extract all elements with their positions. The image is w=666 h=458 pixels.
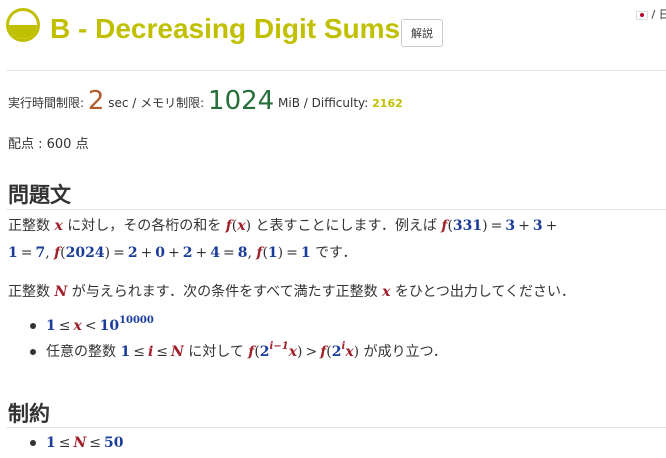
item2-text-b: に対して <box>188 344 244 360</box>
op: ≤ <box>89 435 102 451</box>
p1-text-b: に対し，その各桁の和を <box>67 218 222 234</box>
time-limit-value: 2 <box>87 86 105 116</box>
constraints-section-rule <box>6 427 666 428</box>
constraints-section-title: 制約 <box>8 402 50 426</box>
paren: ) <box>277 245 284 261</box>
paren: ) <box>297 344 303 360</box>
limits-line: 実行時間制限: 2 sec / メモリ制限: 1024 MiB / Diffic… <box>8 86 403 116</box>
op: = <box>286 245 298 261</box>
num: 1 <box>300 245 311 261</box>
time-limit-unit: sec / メモリ制限: <box>108 96 205 110</box>
var-x: x <box>54 218 63 234</box>
num: 3 <box>505 218 516 234</box>
num: 10 <box>99 318 120 334</box>
list-bullet <box>30 323 36 329</box>
num: 4 <box>210 245 221 261</box>
exponent: i−1 <box>269 341 289 352</box>
exponent: 10000 <box>119 315 154 326</box>
page-title: B - Decreasing Digit Sums <box>50 13 401 44</box>
var-x: x <box>237 218 246 234</box>
op: ≤ <box>58 318 71 334</box>
var-x: x <box>288 344 298 360</box>
num: 2024 <box>65 245 105 261</box>
op: = <box>20 245 33 261</box>
time-limit-label: 実行時間制限: <box>8 96 85 110</box>
var-x: x <box>73 318 82 334</box>
op: ≤ <box>156 344 168 360</box>
num: 7 <box>35 245 46 261</box>
num: 1 <box>120 344 131 360</box>
var-N: N <box>54 284 68 300</box>
var-N: N <box>73 435 87 451</box>
paren: ) <box>482 218 488 234</box>
item2-text-c: が成り立つ． <box>363 344 447 360</box>
op: > <box>305 344 318 360</box>
num: 1 <box>267 245 278 261</box>
op: = <box>223 245 235 261</box>
problem-paragraph-2: 正整数 N が与えられます．次の条件をすべて満たす正整数 x をひとつ出力してく… <box>8 279 575 305</box>
comma: , <box>247 245 252 261</box>
p1-text-d: です． <box>315 245 357 261</box>
num: 2 <box>331 344 342 360</box>
num: 1 <box>8 245 18 261</box>
num: 2 <box>127 245 138 261</box>
op: < <box>84 318 97 334</box>
japan-flag-icon <box>636 10 648 20</box>
list-bullet <box>30 349 36 355</box>
op: + <box>195 245 208 261</box>
num: 50 <box>104 435 124 451</box>
problem-paragraph-1-line-1: 正整数 x に対し，その各桁の和を f(x) と表すことにします．例えば f(3… <box>8 213 560 239</box>
paren: ) <box>104 245 111 261</box>
op: ≤ <box>58 435 71 451</box>
num: 331 <box>452 218 483 234</box>
list-bullet <box>30 440 36 446</box>
num: 0 <box>155 245 166 261</box>
difficulty-circle-icon <box>6 8 40 42</box>
score-line: 配点 : 600 点 <box>8 137 89 152</box>
var-x: x <box>345 344 354 360</box>
op: ≤ <box>133 344 145 360</box>
header-divider <box>6 70 666 71</box>
p1-text-c: と表すことにします．例えば <box>255 218 437 234</box>
problem-paragraph-1-line-2: 1 = 7, f(2024) = 2 +0 +2 +4 = 8, f(1) = 1 です． <box>8 240 357 266</box>
var-N: N <box>171 344 184 360</box>
memory-limit-unit: MiB / Difficulty: <box>278 96 369 110</box>
op: + <box>168 245 180 261</box>
memory-limit-value: 1024 <box>208 86 275 116</box>
p2-text-c: をひとつ出力してください． <box>394 284 576 300</box>
difficulty-fill <box>9 25 37 39</box>
var-i: i <box>147 344 154 360</box>
op: + <box>140 245 153 261</box>
item2-text-a: 任意の整数 <box>46 344 116 360</box>
problem-section-title: 問題文 <box>8 183 71 207</box>
constraint-item-1: 1 ≤ N ≤50 <box>46 432 124 454</box>
condition-item-2: 任意の整数 1 ≤ i ≤ N に対して f(2i−1x) > f(2ix) が成り立つ． <box>46 341 447 363</box>
p2-text-a: 正整数 <box>8 284 50 300</box>
num: 8 <box>237 245 248 261</box>
language-label: / 日 <box>651 8 666 21</box>
p2-text-b: が与えられます．次の条件をすべて満たす正整数 <box>71 284 378 300</box>
p1-text-a: 正整数 <box>8 218 50 234</box>
var-x: x <box>382 284 391 300</box>
paren: ) <box>353 344 360 360</box>
num: 2 <box>259 344 270 360</box>
op: = <box>490 218 503 234</box>
condition-item-1: 1 ≤ x <1010000 <box>46 315 154 337</box>
num: 3 <box>532 218 543 234</box>
op: + <box>545 218 558 234</box>
problem-section-rule <box>6 209 666 210</box>
op: = <box>113 245 125 261</box>
difficulty-value: 2162 <box>372 97 403 110</box>
paren: ) <box>245 218 252 234</box>
num: 2 <box>182 245 193 261</box>
editorial-button[interactable]: 解説 <box>401 19 443 47</box>
task-page: B - Decreasing Digit Sums 解説 / 日 実行時間制限:… <box>0 0 666 458</box>
op: + <box>518 218 530 234</box>
language-switcher[interactable]: / 日 <box>636 8 666 22</box>
num: 1 <box>46 435 56 451</box>
num: 1 <box>46 318 56 334</box>
comma: , <box>45 245 50 261</box>
task-header: B - Decreasing Digit Sums 解説 / 日 <box>0 0 666 64</box>
